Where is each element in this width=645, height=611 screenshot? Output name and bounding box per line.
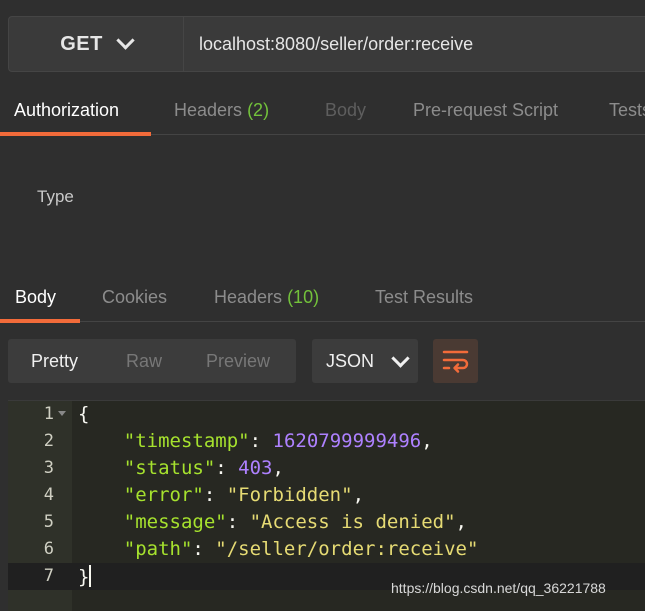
- url-input[interactable]: localhost:8080/seller/order:receive: [199, 17, 473, 71]
- code-line: }: [78, 565, 92, 588]
- fold-arrow-icon[interactable]: [58, 411, 66, 416]
- json-key: "path": [123, 538, 193, 560]
- line-number: 2: [43, 431, 54, 451]
- code-line: "error": "Forbidden",: [123, 484, 365, 506]
- format-label: JSON: [326, 350, 375, 371]
- request-tabs: Authorization Headers (2) Body Pre-reque…: [0, 88, 645, 136]
- json-key: "status": [123, 457, 216, 479]
- code-line: "message": "Access is denied",: [123, 511, 467, 533]
- line-number: 1: [43, 404, 54, 424]
- view-mode-group: Pretty Raw Preview: [8, 339, 296, 383]
- line-number: 4: [43, 485, 54, 505]
- tab-cookies[interactable]: Cookies: [102, 275, 167, 321]
- tab-pre-request-script[interactable]: Pre-request Script: [413, 88, 558, 134]
- auth-type-label: Type: [37, 187, 74, 206]
- code-line: "path": "/seller/order:receive": [123, 538, 479, 560]
- response-headers-count: (10): [287, 287, 320, 307]
- tab-response-body[interactable]: Body: [15, 275, 56, 321]
- tab-test-results[interactable]: Test Results: [375, 275, 473, 321]
- json-value: "Forbidden": [226, 484, 353, 506]
- tab-body[interactable]: Body: [325, 88, 366, 134]
- tab-tests[interactable]: Tests: [609, 88, 645, 134]
- json-key: "message": [123, 511, 227, 533]
- chevron-down-icon: [116, 30, 135, 50]
- chevron-down-icon: [391, 348, 410, 368]
- wrap-lines-icon: [442, 350, 469, 373]
- tab-authorization[interactable]: Authorization: [14, 88, 119, 134]
- preview-button[interactable]: Preview: [206, 339, 270, 383]
- active-response-tab-indicator: [0, 319, 80, 323]
- tab-response-headers[interactable]: Headers (10): [214, 275, 319, 321]
- line-number: 3: [43, 458, 54, 478]
- json-value: 1620799999496: [272, 430, 422, 452]
- code-line: "timestamp": 1620799999496,: [123, 430, 433, 452]
- headers-count: (2): [247, 100, 270, 120]
- json-value: 403: [238, 457, 273, 479]
- json-value: "/seller/order:receive": [215, 538, 479, 560]
- method-label: GET: [60, 32, 103, 55]
- watermark: https://blog.csdn.net/qq_36221788: [391, 580, 606, 596]
- method-select[interactable]: GET: [9, 17, 184, 71]
- url-bar: GET localhost:8080/seller/order:receive: [8, 16, 645, 72]
- active-tab-indicator: [0, 132, 151, 136]
- wrap-lines-button[interactable]: [433, 339, 478, 383]
- json-key: "timestamp": [123, 430, 250, 452]
- line-number: 5: [43, 512, 54, 532]
- json-key: "error": [123, 484, 204, 506]
- pretty-button[interactable]: Pretty: [31, 339, 78, 383]
- line-number: 7: [43, 566, 54, 586]
- text-cursor: [89, 565, 92, 587]
- code-line: {: [78, 403, 90, 425]
- tab-headers[interactable]: Headers (2): [174, 88, 269, 134]
- line-number: 6: [43, 539, 54, 559]
- code-line: "status": 403,: [123, 457, 284, 479]
- raw-button[interactable]: Raw: [126, 339, 162, 383]
- response-tabs: Body Cookies Headers (10) Test Results: [0, 275, 645, 323]
- format-select[interactable]: JSON: [312, 339, 418, 383]
- json-value: "Access is denied": [249, 511, 456, 533]
